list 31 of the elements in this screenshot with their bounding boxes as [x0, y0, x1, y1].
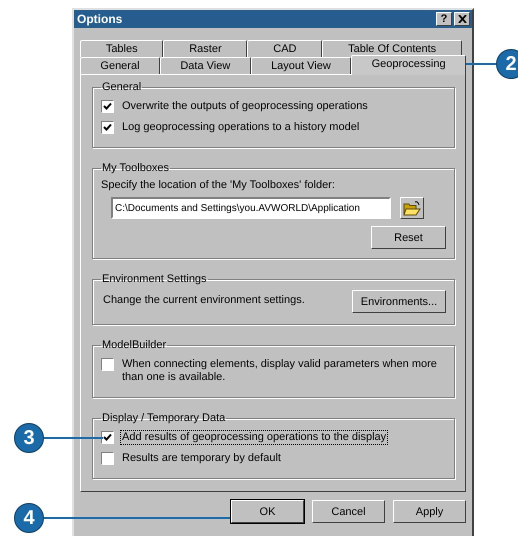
- window-title: Options: [77, 12, 122, 26]
- tab[interactable]: General: [80, 57, 160, 74]
- tab[interactable]: Table Of Contents: [322, 40, 462, 57]
- dialog-button[interactable]: OK: [231, 500, 304, 523]
- tab[interactable]: Geoprocessing: [351, 55, 466, 75]
- checkbox-label[interactable]: Add results of geoprocessing operations to the display: [120, 430, 388, 445]
- dialog-button[interactable]: Apply: [393, 500, 466, 523]
- group-title: Environment Settings: [101, 273, 208, 285]
- checkbox-label[interactable]: Results are temporary by default: [120, 451, 283, 466]
- description-text: Change the current environment settings.: [103, 292, 305, 308]
- environments-button[interactable]: Environments...: [352, 290, 446, 313]
- dialog-button[interactable]: Cancel: [312, 500, 385, 523]
- checkbox-label[interactable]: Log geoprocessing operations to a history model: [120, 120, 362, 135]
- step-number: 2: [496, 49, 518, 79]
- group-title: Display / Temporary Data: [101, 412, 226, 424]
- checkbox-label[interactable]: Overwrite the outputs of geoprocessing operations: [120, 99, 370, 114]
- group-title: My Toolboxes: [101, 162, 170, 174]
- tab[interactable]: Tables: [80, 40, 164, 57]
- step-number: 4: [14, 503, 44, 533]
- group-title: General: [101, 81, 142, 93]
- instruction-text: Specify the location of the 'My Toolboxes' folder:: [101, 178, 336, 193]
- tab[interactable]: Raster: [163, 40, 248, 57]
- group-title: ModelBuilder: [101, 339, 168, 351]
- tab[interactable]: Data View: [160, 57, 251, 74]
- tab[interactable]: CAD: [247, 40, 322, 57]
- folder-path-field[interactable]: C:\Documents and Settings\you.AVWORLD\Application: [111, 197, 391, 219]
- tab[interactable]: Layout View: [250, 57, 352, 74]
- checkbox-label[interactable]: When connecting elements, display valid parameters when more than one is available.: [120, 357, 446, 385]
- help-button[interactable]: ?: [436, 12, 452, 26]
- step-number: 3: [14, 423, 44, 453]
- reset-button[interactable]: Reset: [371, 226, 446, 249]
